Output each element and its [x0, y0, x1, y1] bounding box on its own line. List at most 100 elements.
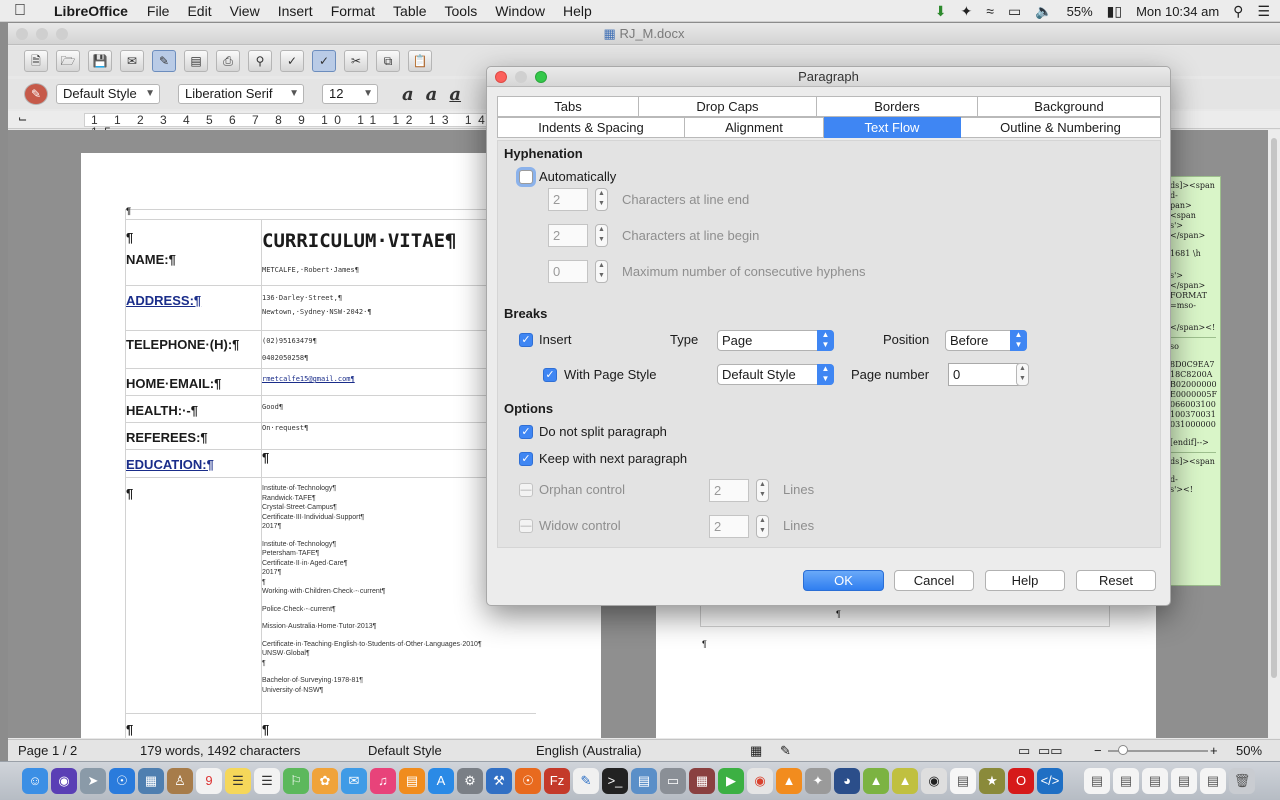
markup-sidebar[interactable]: ds]><span d- pan><span s'> </span> 1681 …	[1165, 176, 1221, 586]
minimized-window-icon[interactable]: ▤	[1171, 768, 1197, 794]
reminders-icon[interactable]: ☰	[254, 768, 280, 794]
gimp-icon[interactable]: ✦	[805, 768, 831, 794]
tab-background[interactable]: Background	[978, 96, 1161, 117]
zoom-in-icon[interactable]: +	[1210, 743, 1218, 758]
orphan-lines-field[interactable]: 2	[709, 479, 749, 502]
email-link[interactable]: rmetcalfe15@gmail.com¶	[262, 375, 355, 383]
window-minimize-button[interactable]	[36, 28, 48, 40]
paste-icon[interactable]: 📋	[408, 50, 432, 72]
network-utility-icon[interactable]: ▤	[631, 768, 657, 794]
firefox-icon[interactable]: ☉	[515, 768, 541, 794]
word-count[interactable]: 179 words, 1492 characters	[140, 743, 300, 758]
xcode-icon[interactable]: ⚒	[486, 768, 512, 794]
launchpad-icon[interactable]: ➤	[80, 768, 106, 794]
notes-icon[interactable]: ☰	[225, 768, 251, 794]
export-pdf-icon[interactable]: ▤	[184, 50, 208, 72]
dropbox-icon[interactable]: ▦	[689, 768, 715, 794]
save-icon[interactable]: 💾	[88, 50, 112, 72]
drive-icon[interactable]: ▭	[660, 768, 686, 794]
page-style-status[interactable]: Default Style	[368, 743, 442, 758]
auto-spellcheck-icon[interactable]: ✓	[312, 50, 336, 72]
email-icon[interactable]: ✉	[120, 50, 144, 72]
max-hyphens-field[interactable]: 0	[548, 260, 588, 283]
menu-tools[interactable]: Tools	[445, 3, 478, 19]
zoom-slider-thumb[interactable]	[1118, 745, 1128, 755]
minimized-window-icon[interactable]: ▤	[1142, 768, 1168, 794]
android-icon[interactable]: ▲	[863, 768, 889, 794]
page-indicator[interactable]: Page 1 / 2	[18, 743, 77, 758]
chars-line-end-stepper[interactable]: ▲ ▼	[595, 188, 608, 211]
dialog-minimize-button[interactable]	[515, 71, 527, 83]
chrome-icon[interactable]: ◉	[747, 768, 773, 794]
menu-window[interactable]: Window	[495, 3, 545, 19]
app-menu[interactable]: LibreOffice	[54, 3, 128, 19]
page-number-field[interactable]: 0	[948, 363, 1022, 386]
chars-line-end-field[interactable]: 2	[548, 188, 588, 211]
menu-file[interactable]: File	[147, 3, 170, 19]
keep-with-next-checkbox[interactable]: ✓	[519, 452, 533, 466]
cancel-button[interactable]: Cancel	[894, 570, 974, 591]
cut-icon[interactable]: ✂	[344, 50, 368, 72]
tab-outline-numbering[interactable]: Outline & Numbering	[961, 117, 1161, 138]
tab-borders[interactable]: Borders	[817, 96, 978, 117]
tab-indents-spacing[interactable]: Indents & Spacing	[497, 117, 685, 138]
orphan-lines-stepper[interactable]: ▲ ▼	[756, 479, 769, 502]
with-page-style-checkbox[interactable]: ✓	[543, 368, 557, 382]
minimized-window-icon[interactable]: ▤	[1113, 768, 1139, 794]
tab-stop-icon[interactable]: ⌙	[18, 112, 27, 125]
trash-icon[interactable]: 🗑	[1229, 768, 1255, 794]
widow-lines-field[interactable]: 2	[709, 515, 749, 538]
break-position-select[interactable]: Before ▲ ▼	[945, 330, 1027, 351]
menu-edit[interactable]: Edit	[187, 3, 211, 19]
notification-center-icon[interactable]: ☰	[1257, 3, 1270, 20]
speedtest-icon[interactable]: ◕	[834, 768, 860, 794]
insert-break-checkbox[interactable]: ✓	[519, 333, 533, 347]
tab-tabs[interactable]: Tabs	[497, 96, 639, 117]
minimized-window-icon[interactable]: ▤	[1084, 768, 1110, 794]
visual-studio-code-icon[interactable]: </>	[1037, 768, 1063, 794]
spellcheck-icon[interactable]: ✓	[280, 50, 304, 72]
facetime-icon[interactable]: ▶	[718, 768, 744, 794]
styles-icon[interactable]: ✎	[24, 83, 48, 105]
tab-alignment[interactable]: Alignment	[685, 117, 824, 138]
menu-insert[interactable]: Insert	[278, 3, 313, 19]
window-zoom-button[interactable]	[56, 28, 68, 40]
music-icon[interactable]: ♫	[370, 768, 396, 794]
zoom-level[interactable]: 50%	[1236, 743, 1262, 758]
reset-button[interactable]: Reset	[1076, 570, 1156, 591]
multi-page-view-icon[interactable]: ▭▭	[1038, 743, 1063, 759]
hyphenation-automatically-checkbox[interactable]	[519, 170, 533, 184]
vertical-scrollbar[interactable]	[1268, 130, 1280, 738]
spotlight-search-icon[interactable]: ⚲	[1233, 3, 1243, 20]
chars-line-begin-field[interactable]: 2	[548, 224, 588, 247]
messages-icon[interactable]: ✉	[341, 768, 367, 794]
print-icon[interactable]: ⎙	[216, 50, 240, 72]
opera-icon[interactable]: O	[1008, 768, 1034, 794]
wifi-icon[interactable]: ≈	[986, 3, 994, 19]
terminal-icon[interactable]: >_	[602, 768, 628, 794]
download-icon[interactable]: ⬇	[935, 3, 947, 20]
max-hyphens-stepper[interactable]: ▲ ▼	[595, 260, 608, 283]
do-not-split-checkbox[interactable]: ✓	[519, 425, 533, 439]
battery-icon[interactable]: ▮▯	[1107, 3, 1122, 20]
new-document-icon[interactable]: 🗎	[24, 50, 48, 72]
widow-lines-stepper[interactable]: ▲ ▼	[756, 515, 769, 538]
window-close-button[interactable]	[16, 28, 28, 40]
cv-table[interactable]: ¶ ¶ NAME:¶ CURRICULUM·VITAE¶ METCALFE,·R…	[125, 206, 536, 738]
calendar-icon[interactable]: 9	[196, 768, 222, 794]
vlc-icon[interactable]: ▲	[776, 768, 802, 794]
tools-icon[interactable]: ✦	[961, 3, 973, 20]
help-button[interactable]: Help	[985, 570, 1065, 591]
writer-app-icon[interactable]: ✎	[573, 768, 599, 794]
finder-icon[interactable]: ☺	[22, 768, 48, 794]
preview-icon[interactable]: ▦	[138, 768, 164, 794]
single-page-view-icon[interactable]: ▭	[1018, 743, 1030, 759]
menu-view[interactable]: View	[230, 3, 260, 19]
scroll-thumb[interactable]	[1271, 138, 1277, 678]
menu-help[interactable]: Help	[563, 3, 592, 19]
document-icon[interactable]: ▤	[950, 768, 976, 794]
break-type-select[interactable]: Page ▲ ▼	[717, 330, 834, 351]
open-icon[interactable]: 🗁	[56, 50, 80, 72]
photos-icon[interactable]: ✿	[312, 768, 338, 794]
tab-text-flow[interactable]: Text Flow	[824, 117, 961, 138]
